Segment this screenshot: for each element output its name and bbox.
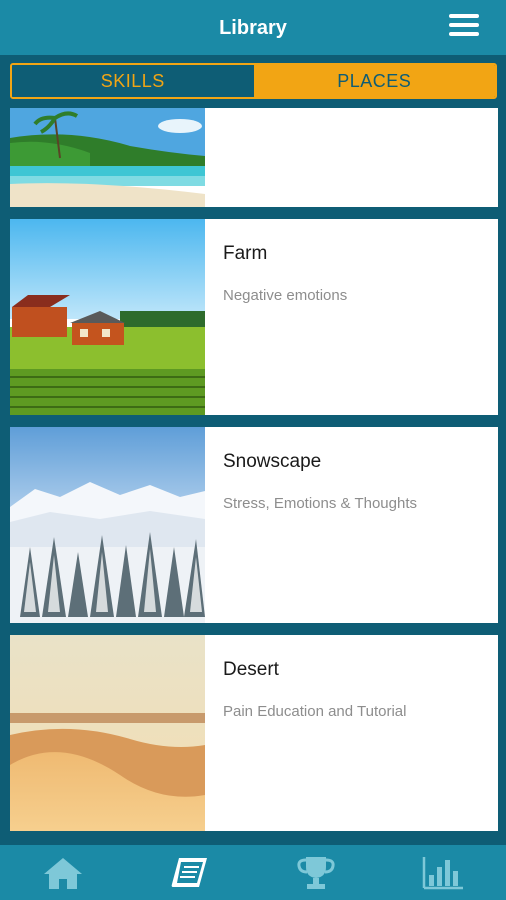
library-book-icon[interactable] — [150, 845, 230, 900]
place-title: Farm — [223, 243, 268, 264]
tab-places[interactable]: PLACES — [253, 65, 495, 97]
place-card-farm[interactable]: Farm Negative emotions — [10, 219, 498, 415]
places-list: Farm Negative emotions Snowscape Stress,… — [10, 108, 498, 841]
place-card-snowscape[interactable]: Snowscape Stress, Emotions & Thoughts — [10, 427, 498, 623]
page-title: Library — [219, 17, 287, 39]
trophy-icon[interactable] — [276, 845, 356, 900]
place-subtitle: Pain Education and Tutorial — [223, 703, 407, 720]
tab-skills[interactable]: SKILLS — [12, 65, 254, 97]
home-icon[interactable] — [23, 845, 103, 900]
snowy-mountains-image — [10, 427, 205, 623]
place-card-beach[interactable] — [10, 108, 498, 207]
top-bar: Library — [0, 0, 506, 55]
hamburger-menu-icon[interactable] — [449, 14, 479, 40]
stats-chart-icon[interactable] — [403, 845, 483, 900]
desert-dunes-image — [10, 635, 205, 831]
place-title: Desert — [223, 659, 279, 680]
place-subtitle: Negative emotions — [223, 287, 348, 304]
farm-field-image — [10, 219, 205, 415]
bottom-nav — [0, 845, 506, 900]
place-card-desert[interactable]: Desert Pain Education and Tutorial — [10, 635, 498, 831]
place-title: Snowscape — [223, 451, 322, 472]
tropical-beach-image — [10, 108, 205, 207]
tab-switcher: SKILLS PLACES — [10, 63, 497, 99]
place-subtitle: Stress, Emotions & Thoughts — [223, 495, 417, 512]
